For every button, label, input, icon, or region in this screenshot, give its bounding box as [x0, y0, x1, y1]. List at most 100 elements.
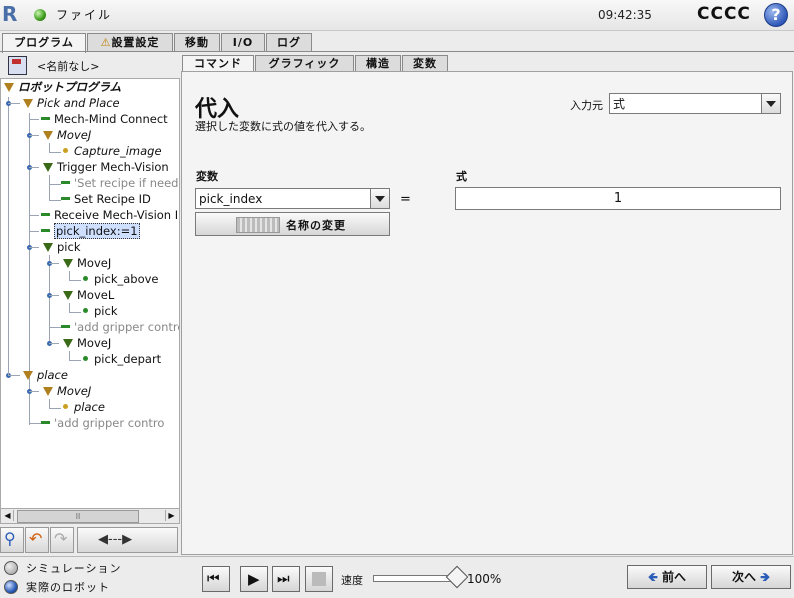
tree-node[interactable]: Set Recipe ID	[61, 192, 151, 207]
tab-command[interactable]: コマンド	[182, 55, 254, 71]
tab-structure[interactable]: 構造	[355, 55, 401, 71]
save-program-icon[interactable]	[8, 56, 27, 75]
tree-node[interactable]: place	[23, 368, 68, 383]
tree-node-root[interactable]: ロボットプログラム	[4, 80, 121, 95]
arrow-left-icon: 🡸	[648, 570, 658, 584]
tree-node[interactable]: Mech-Mind Connect	[41, 112, 168, 127]
tree-node[interactable]: MoveJ	[63, 256, 111, 271]
tab-graphics[interactable]: グラフィック	[255, 55, 354, 71]
ur-logo: R	[2, 2, 18, 26]
step-button[interactable]: ⏭	[272, 566, 300, 592]
tab-program[interactable]: プログラム	[2, 33, 86, 53]
tree-node[interactable]: MoveJ	[43, 128, 91, 143]
search-icon: ⚲	[4, 529, 16, 548]
tree-node-label: MoveJ	[57, 128, 92, 142]
tree-node[interactable]: MoveL	[63, 288, 114, 303]
tab-log[interactable]: ログ	[266, 33, 312, 52]
next-button[interactable]: 次へ 🡺	[711, 565, 791, 589]
tree-node-label: MoveJ	[57, 384, 92, 398]
tree-node-label: pick	[57, 240, 81, 254]
tree-node-label: MoveL	[77, 288, 115, 302]
triangle-icon	[43, 163, 53, 172]
tab-installation[interactable]: ⚠設置設定	[87, 33, 173, 52]
undo-icon: ↶	[29, 529, 43, 548]
command-panel	[181, 71, 793, 555]
triangle-icon	[43, 387, 53, 396]
tree-node[interactable]: Receive Mech-Vision I	[41, 208, 178, 223]
clock: 09:42:35	[598, 8, 652, 22]
horizontal-scrollbar[interactable]: ◀ ll ▶	[0, 508, 180, 524]
play-icon: ▶	[248, 570, 260, 588]
tree-toolbar: ⚲ ↶ ↷ ◀---▶	[0, 527, 178, 553]
stop-button[interactable]	[305, 566, 333, 592]
line-icon	[61, 197, 70, 200]
simulation-radio[interactable]	[4, 561, 18, 575]
triangle-icon	[63, 259, 73, 268]
undo-button[interactable]: ↶	[25, 527, 49, 553]
robot-status-icon[interactable]	[34, 9, 46, 21]
rename-button[interactable]: 名称の変更	[195, 212, 390, 236]
expand-collapse-button[interactable]: ◀---▶	[77, 527, 178, 553]
expression-field[interactable]: 1	[455, 187, 781, 210]
variable-label: 変数	[196, 170, 218, 183]
keyboard-icon	[236, 217, 280, 233]
input-source-select[interactable]: 式	[609, 93, 781, 114]
expression-label: 式	[456, 170, 467, 183]
tab-installation-label: 設置設定	[111, 36, 160, 49]
tree-node[interactable]: 'Set recipe if neede	[61, 176, 180, 191]
tree-node-label: 'Set recipe if neede	[74, 176, 180, 190]
scroll-thumb[interactable]: ll	[17, 510, 139, 523]
tree-node-label: 'add gripper contro	[54, 416, 165, 430]
tree-node[interactable]: Pick and Place	[23, 96, 120, 111]
tree-node[interactable]: Trigger Mech-Vision	[43, 160, 169, 175]
tree-node[interactable]: 'add gripper contro	[41, 416, 164, 431]
tree-node[interactable]: pick	[83, 304, 117, 319]
speed-label: 速度	[341, 574, 363, 587]
variable-select[interactable]: pick_index	[195, 188, 390, 209]
arrow-right-icon: 🡺	[760, 570, 770, 584]
waypoint-icon	[83, 308, 88, 313]
file-menu[interactable]: ファイル	[56, 6, 112, 23]
tab-io[interactable]: I/O	[221, 33, 265, 52]
tree-node[interactable]: Capture_image	[63, 144, 162, 159]
triangle-icon	[63, 291, 73, 300]
waypoint-icon	[83, 276, 88, 281]
stop-icon	[312, 572, 326, 586]
tree-node[interactable]: place	[63, 400, 105, 415]
tree-node[interactable]: pick_above	[83, 272, 159, 287]
search-button[interactable]: ⚲	[0, 527, 24, 553]
next-button-label: 次へ	[732, 570, 757, 584]
tree-node[interactable]: 'add gripper contro	[61, 320, 179, 335]
tree-node-label: Pick and Place	[37, 96, 120, 110]
equals-sign: =	[400, 192, 411, 207]
tree-node-label: pick_index:=1	[54, 223, 140, 239]
tree-node-label: ロボットプログラム	[18, 80, 122, 94]
input-source-label: 入力元	[570, 99, 603, 112]
help-icon[interactable]: ?	[764, 3, 788, 27]
triangle-icon	[4, 83, 14, 92]
program-tree[interactable]: ロボットプログラム Pick and Place Mech-Mind Conne…	[0, 78, 180, 510]
tree-node-label: place	[74, 400, 105, 414]
scroll-left-icon[interactable]: ◀	[2, 510, 14, 521]
top-bar	[0, 0, 794, 31]
chevron-down-icon	[761, 94, 780, 113]
rename-button-label: 名称の変更	[286, 219, 346, 232]
tab-move[interactable]: 移動	[174, 33, 220, 52]
tree-node-selected[interactable]: pick_index:=1	[41, 223, 140, 239]
real-robot-radio[interactable]	[4, 580, 18, 594]
line-icon	[61, 181, 70, 184]
waypoint-icon	[83, 356, 88, 361]
prev-button[interactable]: 🡸 前へ	[627, 565, 707, 589]
rewind-button[interactable]: ⏮	[202, 566, 230, 592]
prev-button-label: 前へ	[661, 570, 686, 584]
tree-node[interactable]: MoveJ	[43, 384, 91, 399]
redo-icon: ↷	[54, 529, 68, 548]
tree-node[interactable]: pick	[43, 240, 80, 255]
tree-node[interactable]: pick_depart	[83, 352, 161, 367]
redo-button[interactable]: ↷	[50, 527, 74, 553]
tree-node[interactable]: MoveJ	[63, 336, 111, 351]
play-button[interactable]: ▶	[240, 566, 268, 592]
scroll-right-icon[interactable]: ▶	[165, 510, 177, 521]
tree-node-label: pick_above	[94, 272, 159, 286]
tab-variables[interactable]: 変数	[402, 55, 448, 71]
